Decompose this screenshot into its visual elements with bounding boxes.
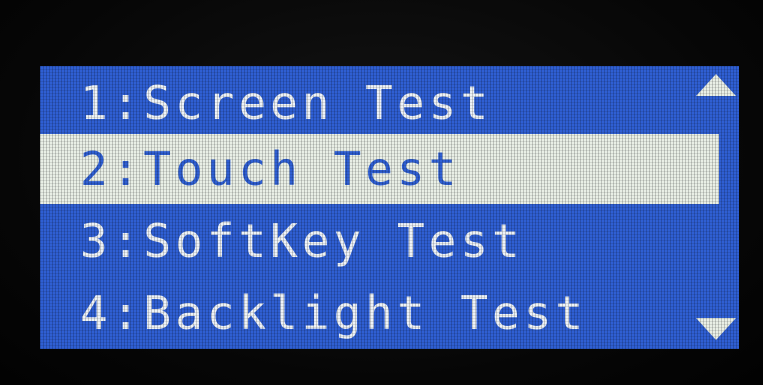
menu-item-label: 2:Touch Test — [80, 142, 461, 196]
test-menu: 1:Screen Test 2:Touch Test 3:SoftKey Tes… — [40, 66, 739, 349]
scroll-thumb[interactable] — [696, 134, 719, 204]
scroll-up-arrow-icon[interactable] — [696, 74, 736, 96]
menu-item-screen-test[interactable]: 1:Screen Test — [40, 70, 696, 136]
menu-item-label: 4:Backlight Test — [80, 286, 588, 340]
menu-item-label: 1:Screen Test — [80, 76, 493, 130]
scrollbar[interactable] — [696, 66, 739, 349]
menu-item-touch-test[interactable]: 2:Touch Test — [40, 134, 696, 204]
scroll-down-arrow-icon[interactable] — [696, 318, 736, 340]
lcd-screen: 1:Screen Test 2:Touch Test 3:SoftKey Tes… — [40, 66, 739, 349]
menu-item-label: 3:SoftKey Test — [80, 214, 524, 268]
menu-item-backlight-test[interactable]: 4:Backlight Test — [40, 280, 696, 346]
device-bezel: 1:Screen Test 2:Touch Test 3:SoftKey Tes… — [0, 0, 763, 385]
menu-item-softkey-test[interactable]: 3:SoftKey Test — [40, 208, 696, 274]
